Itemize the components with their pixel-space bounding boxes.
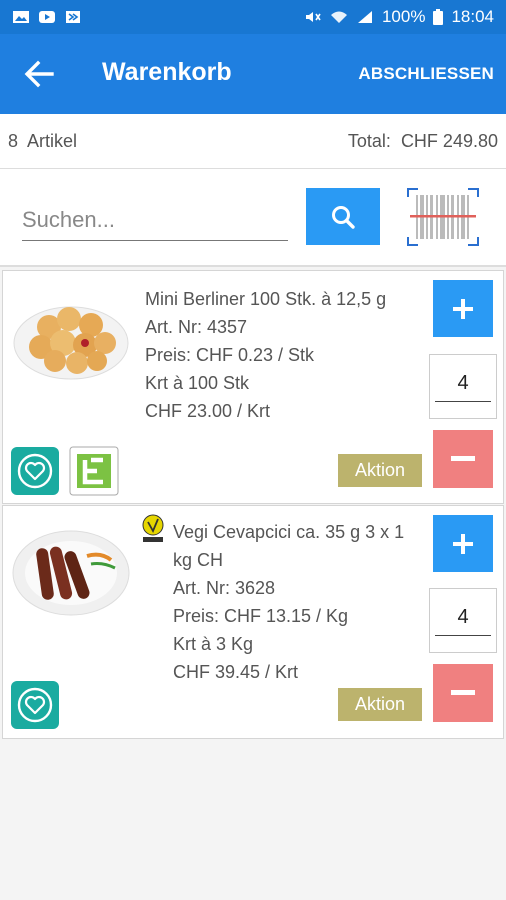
item-count-value: 8 (8, 130, 19, 151)
minus-icon (451, 456, 475, 461)
cart-item: Mini Berliner 100 Stk. à 12,5 g Art. Nr:… (2, 270, 504, 504)
minus-icon (451, 690, 475, 695)
item-carton: Krt à 3 Kg (173, 634, 254, 654)
cart-item: Vegi Cevapcici ca. 35 g 3 x 1 kg CH Art.… (2, 505, 504, 739)
item-count-label: Artikel (27, 130, 78, 151)
quantity-box (429, 588, 497, 653)
search-input[interactable] (22, 199, 288, 241)
item-price: Preis: CHF 0.23 / Stk (145, 345, 315, 365)
item-details: Vegi Cevapcici ca. 35 g 3 x 1 kg CH Art.… (173, 518, 404, 686)
total-label: Total: (347, 130, 391, 151)
quantity-box (429, 354, 497, 419)
youtube-icon (39, 11, 55, 23)
product-image-berliner (13, 306, 129, 380)
item-count: 8 Artikel (8, 131, 77, 152)
status-left-icons (12, 10, 82, 24)
aktion-badge: Aktion (338, 688, 422, 721)
item-name: Mini Berliner 100 Stk. à 12,5 g (145, 289, 387, 309)
increase-quantity-button[interactable] (433, 515, 493, 572)
item-total: CHF 23.00 / Krt (145, 401, 271, 421)
increase-quantity-button[interactable] (433, 280, 493, 337)
app-bar: Warenkorb ABSCHLIESSEN (0, 34, 506, 114)
heart-icon (17, 687, 53, 723)
wifi-icon (330, 11, 347, 23)
image-icon (13, 11, 29, 23)
search-button[interactable] (306, 188, 380, 245)
battery-icon (433, 9, 444, 25)
e-label-icon (69, 446, 119, 496)
page-title: Warenkorb (102, 58, 232, 86)
heart-icon (17, 453, 53, 489)
mute-icon (305, 12, 321, 22)
favorite-button[interactable] (11, 681, 59, 729)
item-name-line1: Vegi Cevapcici ca. 35 g 3 x 1 (173, 522, 405, 542)
barcode-scan-icon[interactable] (406, 187, 480, 247)
battery-percent: 100% (381, 7, 426, 26)
app-icon (66, 11, 80, 23)
signal-icon (357, 11, 372, 23)
clock: 18:04 (451, 7, 494, 26)
item-name-line2: kg CH (173, 550, 224, 570)
checkout-button[interactable]: ABSCHLIESSEN (358, 64, 494, 84)
item-carton: Krt à 100 Stk (145, 373, 250, 393)
quantity-input[interactable] (435, 371, 491, 402)
cart-total: Total: CHF 249.80 (348, 131, 498, 152)
search-row (0, 169, 506, 267)
aktion-badge: Aktion (338, 454, 422, 487)
vegan-icon (142, 514, 164, 542)
total-value: CHF 249.80 (400, 130, 498, 151)
item-total: CHF 39.45 / Krt (173, 662, 299, 682)
cart-summary: 8 Artikel Total: CHF 249.80 (0, 114, 506, 169)
item-details: Mini Berliner 100 Stk. à 12,5 g Art. Nr:… (145, 285, 386, 425)
plus-icon (453, 298, 473, 319)
item-art-nr: Art. Nr: 4357 (145, 317, 248, 337)
decrease-quantity-button[interactable] (433, 664, 493, 722)
quantity-input[interactable] (435, 605, 491, 636)
plus-icon (453, 533, 473, 554)
decrease-quantity-button[interactable] (433, 430, 493, 488)
search-icon (332, 205, 355, 229)
item-art-nr: Art. Nr: 3628 (173, 578, 276, 598)
arrow-left-icon[interactable] (22, 58, 56, 90)
status-bar: 100% 18:04 (0, 0, 506, 34)
product-image-cevapcici (12, 530, 130, 616)
status-right-icons: 100% 18:04 (304, 7, 494, 27)
item-price: Preis: CHF 13.15 / Kg (173, 606, 349, 626)
favorite-button[interactable] (11, 447, 59, 495)
